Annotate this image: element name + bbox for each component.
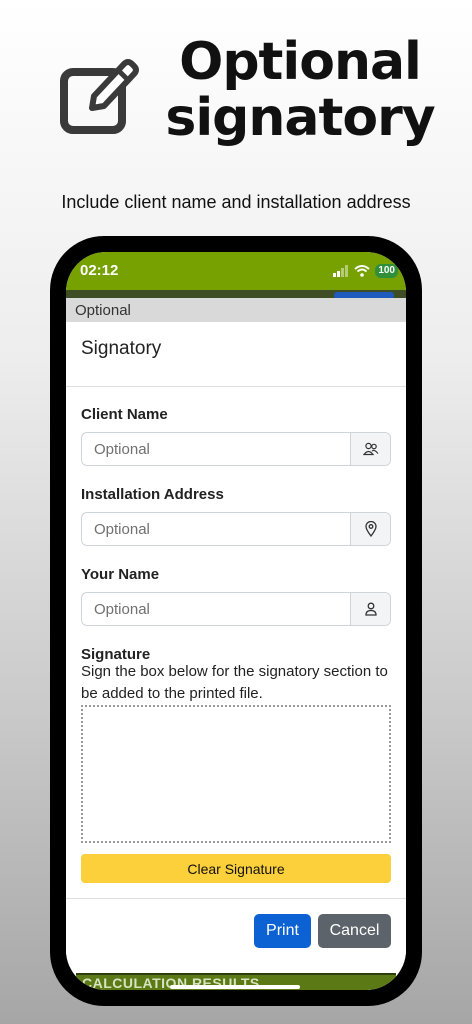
signature-description: Sign the box below for the signatory sec… [81, 663, 388, 702]
signatory-modal: Signatory Client Name Installation Addre… [66, 322, 406, 967]
phone-frame: 02:12 100 Optional Signatory Client Name… [50, 236, 422, 1006]
modal-footer-divider [66, 898, 406, 899]
installation-address-input[interactable] [82, 513, 350, 545]
wifi-icon [354, 265, 370, 277]
hero-banner: Optional signatory Include client name a… [0, 0, 472, 230]
client-name-group [81, 432, 391, 466]
battery-icon: 100 [375, 264, 398, 278]
client-name-input[interactable] [82, 433, 350, 465]
status-icons: 100 [333, 264, 398, 278]
signal-icon [333, 265, 349, 277]
print-button[interactable]: Print [254, 914, 311, 948]
hero-title-line1: Optional [179, 32, 422, 92]
phone-screen: 02:12 100 Optional Signatory Client Name… [66, 252, 406, 990]
section-header: Optional [66, 298, 406, 322]
your-name-group [81, 592, 391, 626]
location-pin-icon [364, 521, 377, 537]
cancel-button[interactable]: Cancel [318, 914, 391, 948]
home-indicator [170, 985, 300, 989]
client-name-label: Client Name [81, 406, 168, 423]
client-name-addon [350, 433, 390, 465]
installation-address-addon [350, 513, 390, 545]
clear-signature-button[interactable]: Clear Signature [81, 854, 391, 883]
section-header-label: Optional [75, 302, 131, 319]
your-name-label: Your Name [81, 566, 160, 583]
hero-title: Optional signatory [150, 34, 450, 146]
hero-subtitle: Include client name and installation add… [61, 192, 411, 212]
your-name-input[interactable] [82, 593, 350, 625]
modal-header-divider [66, 386, 406, 387]
installation-address-group [81, 512, 391, 546]
people-icon [362, 442, 378, 456]
installation-address-label: Installation Address [81, 486, 224, 503]
status-time: 02:12 [80, 262, 119, 279]
signature-pad[interactable] [81, 705, 391, 843]
edit-square-icon [60, 59, 139, 134]
modal-title: Signatory [81, 338, 162, 359]
hero-title-line2: signatory [165, 88, 435, 148]
person-icon [364, 602, 377, 616]
your-name-addon [350, 593, 390, 625]
